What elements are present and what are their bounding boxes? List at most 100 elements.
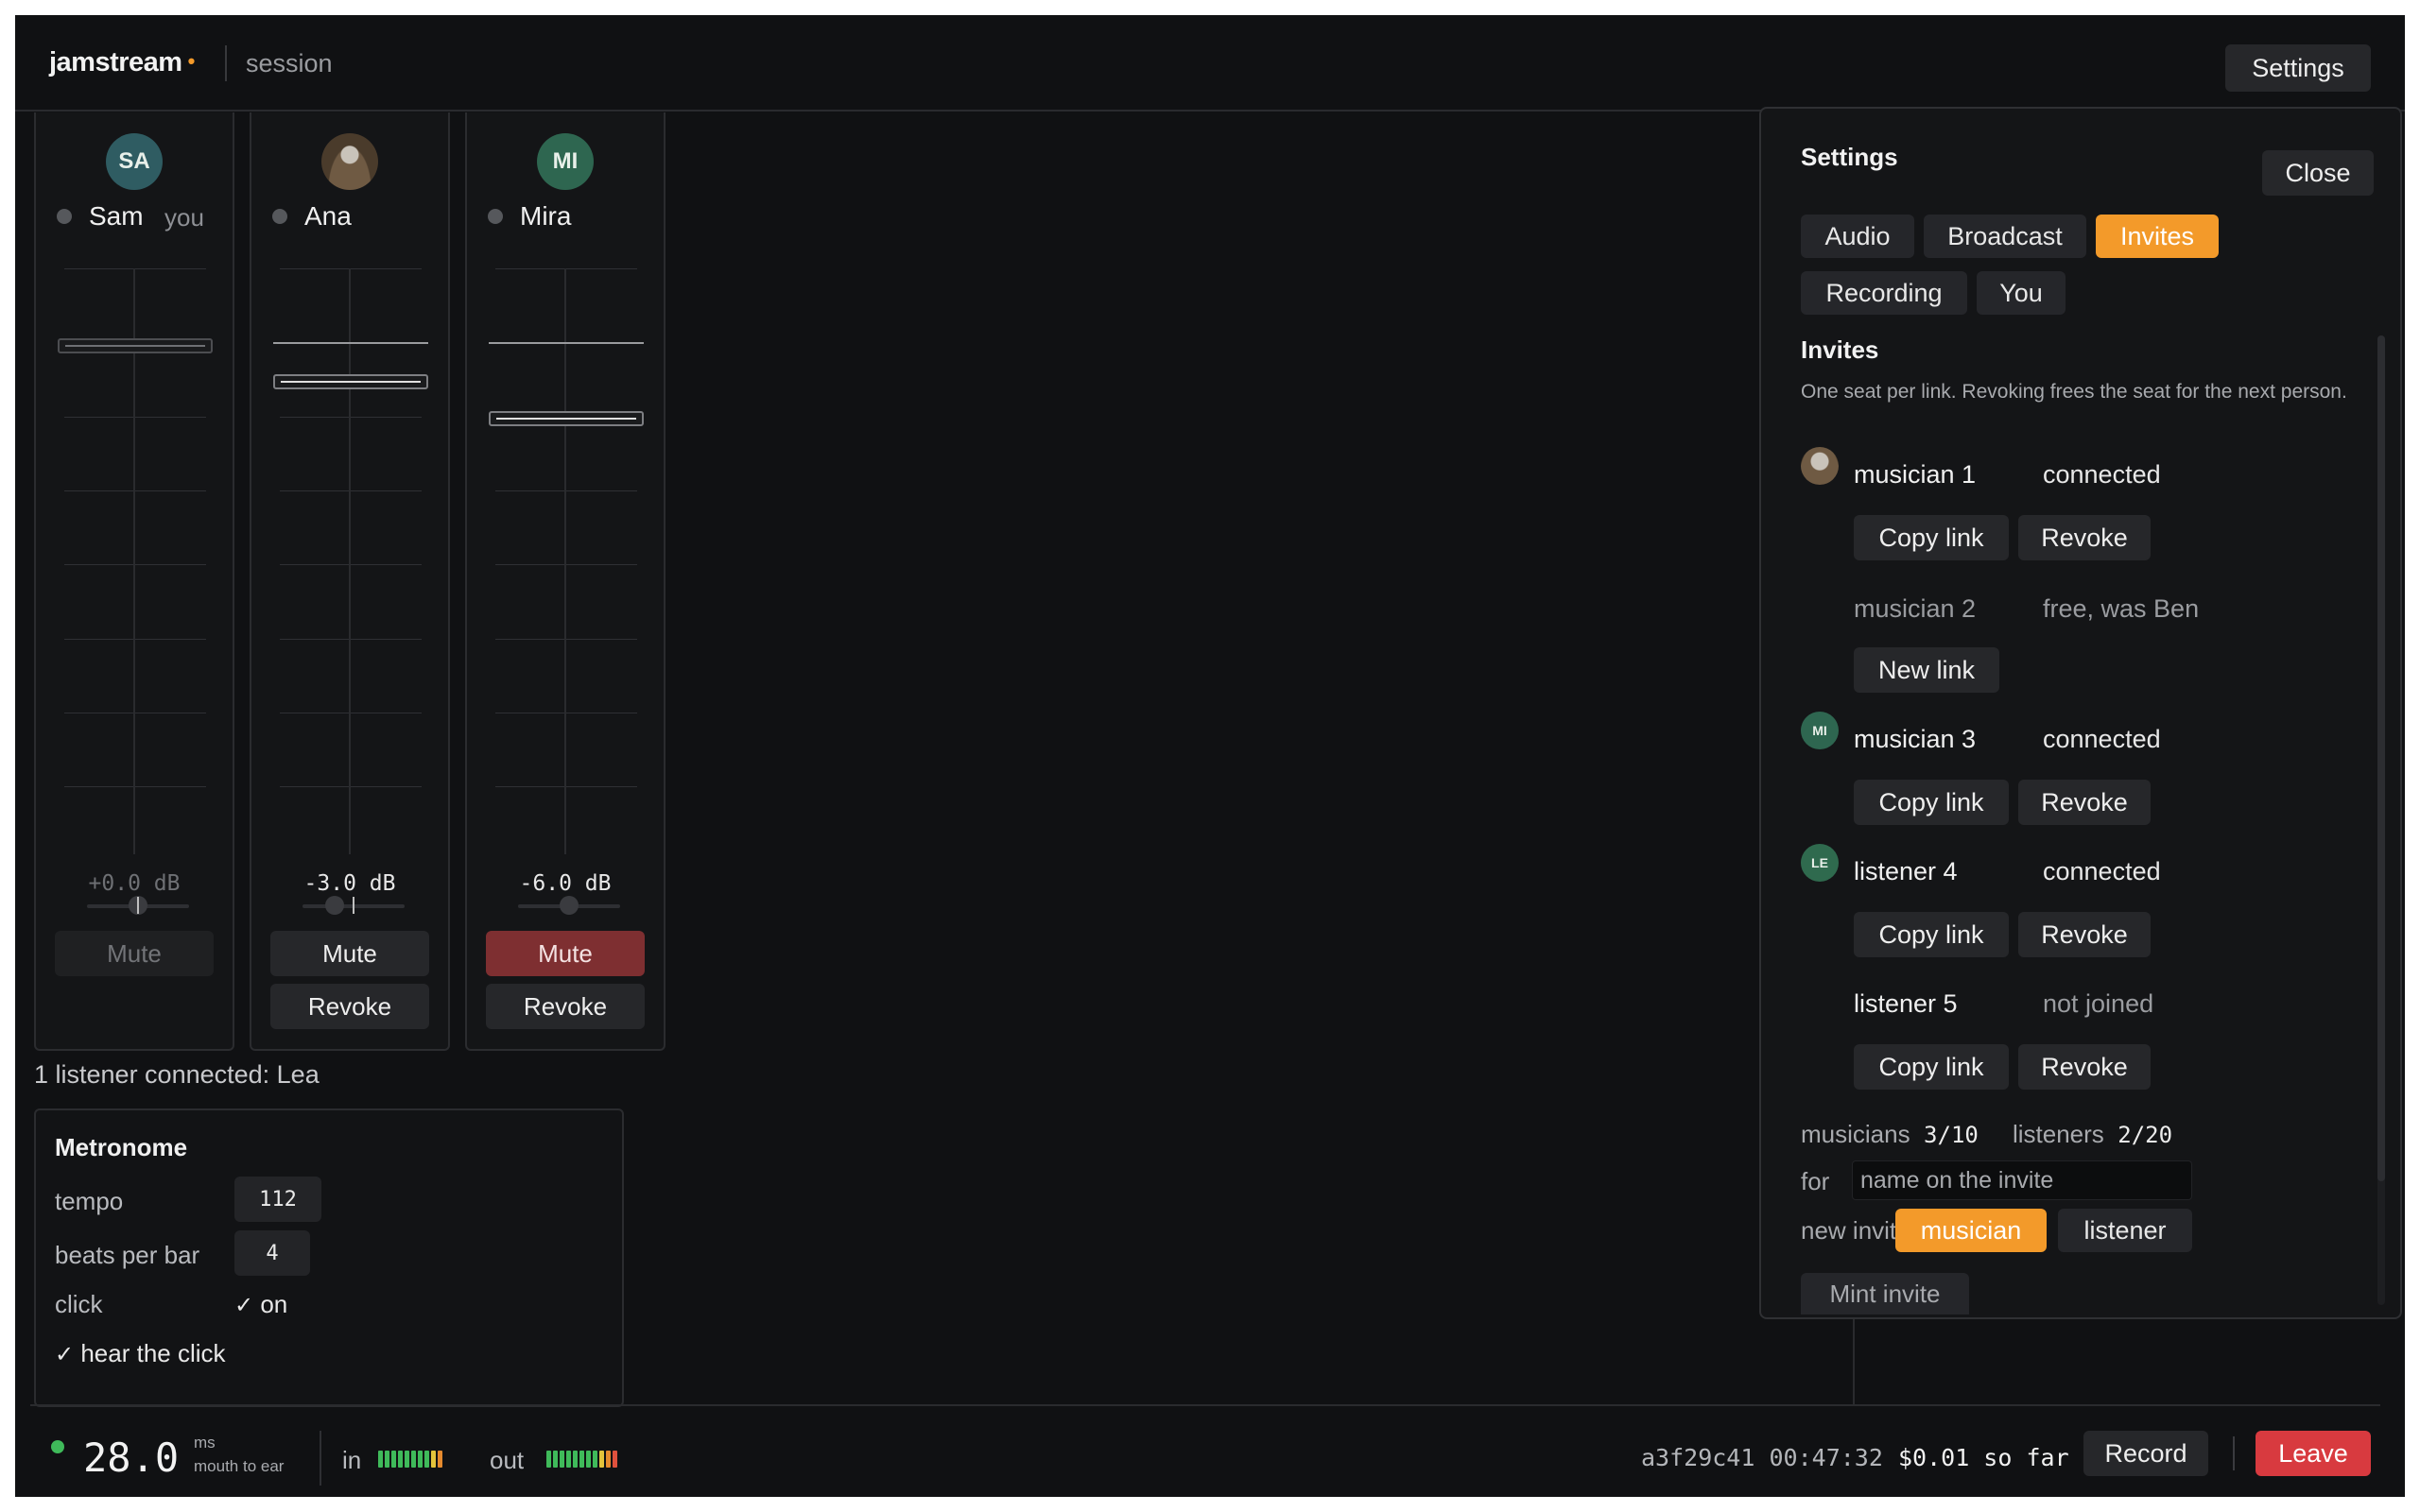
- avatar: MI: [537, 133, 594, 190]
- tab-broadcast[interactable]: Broadcast: [1924, 215, 2086, 258]
- revoke-button[interactable]: Revoke: [2018, 912, 2151, 957]
- status-bar-divider: [30, 1404, 2380, 1406]
- leave-button[interactable]: Leave: [2256, 1431, 2371, 1476]
- settings-scrollbar[interactable]: [2377, 335, 2385, 1305]
- brand-dot-icon: •: [187, 49, 196, 73]
- session-info: a3f29c41 00:47:32: [1641, 1444, 1883, 1471]
- mint-invite-button[interactable]: Mint invite: [1801, 1273, 1969, 1314]
- copy-link-button[interactable]: Copy link: [1854, 912, 2009, 957]
- invite-name-input[interactable]: [1852, 1160, 2192, 1200]
- mute-button[interactable]: Mute: [486, 931, 645, 976]
- volume-fader[interactable]: [58, 268, 213, 854]
- tab-you[interactable]: You: [1977, 271, 2066, 315]
- fader-handle[interactable]: [273, 374, 428, 389]
- pan-slider[interactable]: [518, 896, 620, 915]
- output-meter-label: out: [490, 1446, 525, 1474]
- settings-button[interactable]: Settings: [2225, 44, 2371, 92]
- revoke-button[interactable]: Revoke: [270, 984, 429, 1029]
- avatar: MI: [1801, 712, 1839, 749]
- invite-type-listener[interactable]: listener: [2058, 1209, 2192, 1252]
- settings-title: Settings: [1801, 143, 1898, 171]
- listeners-label: listeners: [2012, 1120, 2104, 1148]
- channel-strip-sam: SA Sam you +0.0 dB Mute: [34, 112, 234, 1051]
- latency-status-dot-icon: [51, 1440, 64, 1453]
- beats-input[interactable]: 4: [234, 1230, 310, 1276]
- check-icon: ✓: [55, 1342, 75, 1367]
- invite-status: connected: [2043, 460, 2161, 489]
- status-bar: 28.0 ms mouth to ear in out a3f29c41 00:…: [15, 1391, 2405, 1497]
- latency-caption: mouth to ear: [194, 1457, 285, 1475]
- invite-name: musician 1: [1854, 460, 1977, 489]
- revoke-button[interactable]: Revoke: [2018, 1044, 2151, 1090]
- cost-readout: $0.01 so far: [1898, 1444, 2069, 1471]
- you-tag: you: [164, 203, 204, 232]
- app-window: jamstream • session Settings SA Sam you +…: [15, 15, 2405, 1497]
- record-button[interactable]: Record: [2083, 1431, 2208, 1476]
- invite-type-musician[interactable]: musician: [1895, 1209, 2047, 1252]
- hear-click-checkbox[interactable]: ✓ hear the click: [55, 1339, 226, 1368]
- click-label: click: [55, 1290, 103, 1318]
- settings-panel: Settings Close Audio Broadcast Invites R…: [1759, 107, 2402, 1319]
- invite-name: musician 2: [1854, 594, 1977, 623]
- section-title: Invites: [1801, 335, 1879, 364]
- gain-readout: -3.0 dB: [303, 871, 396, 896]
- avatar: [321, 133, 378, 190]
- tab-invites[interactable]: Invites: [2096, 215, 2219, 258]
- listeners-count: 2/20: [2118, 1122, 2173, 1148]
- hear-click-label: hear the click: [80, 1339, 226, 1367]
- new-link-button[interactable]: New link: [1854, 647, 1999, 693]
- invite-name: listener 4: [1854, 857, 1958, 885]
- copy-link-button[interactable]: Copy link: [1854, 1044, 2009, 1090]
- volume-fader[interactable]: [489, 268, 644, 854]
- unity-mark: [273, 342, 428, 344]
- avatar: [1801, 447, 1839, 485]
- invite-status: free, was Ben: [2043, 594, 2200, 623]
- invite-status: connected: [2043, 857, 2161, 885]
- mute-button[interactable]: Mute: [270, 931, 429, 976]
- tempo-input[interactable]: 112: [234, 1177, 321, 1222]
- beats-label: beats per bar: [55, 1241, 200, 1269]
- mute-button[interactable]: Mute: [55, 931, 214, 976]
- fader-handle[interactable]: [58, 338, 213, 353]
- pan-slider[interactable]: [302, 896, 405, 915]
- tab-audio[interactable]: Audio: [1801, 215, 1914, 258]
- input-meter-label: in: [342, 1446, 362, 1474]
- copy-link-button[interactable]: Copy link: [1854, 780, 2009, 825]
- channel-name: Sam: [89, 201, 144, 231]
- for-label: for: [1801, 1167, 1830, 1195]
- top-bar: jamstream • session Settings: [15, 15, 2405, 112]
- invite-name: listener 5: [1854, 989, 1958, 1018]
- click-toggle[interactable]: ✓ on: [234, 1290, 287, 1319]
- output-level-meter: [546, 1451, 617, 1468]
- revoke-button[interactable]: Revoke: [2018, 515, 2151, 560]
- gain-readout: -6.0 dB: [519, 871, 612, 896]
- revoke-button[interactable]: Revoke: [2018, 780, 2151, 825]
- pan-slider[interactable]: [87, 896, 189, 915]
- listeners-status: 1 listener connected: Lea: [34, 1060, 320, 1089]
- channel-name: Ana: [304, 201, 352, 231]
- musicians-count: 3/10: [1924, 1122, 1979, 1148]
- tab-recording[interactable]: Recording: [1801, 271, 1967, 315]
- copy-link-button[interactable]: Copy link: [1854, 515, 2009, 560]
- close-button[interactable]: Close: [2262, 150, 2374, 196]
- avatar: SA: [106, 133, 163, 190]
- scrollbar-thumb[interactable]: [2377, 335, 2385, 1181]
- session-label: session: [246, 49, 333, 77]
- check-icon: ✓: [234, 1293, 254, 1318]
- latency-unit: ms: [194, 1434, 216, 1452]
- status-dot-icon: [57, 209, 72, 224]
- status-divider: [320, 1431, 321, 1486]
- status-dot-icon: [488, 209, 503, 224]
- tempo-label: tempo: [55, 1187, 124, 1215]
- channel-strip-ana: Ana -3.0 dB Mute Revoke: [250, 112, 450, 1051]
- unity-mark: [489, 342, 644, 344]
- invite-status: not joined: [2043, 989, 2154, 1018]
- channel-strip-mira: MI Mira -6.0 dB Mute Revoke: [465, 112, 666, 1051]
- latency-value: 28.0: [83, 1435, 180, 1481]
- gain-readout: +0.0 dB: [88, 871, 181, 896]
- session-id: a3f29c41: [1641, 1444, 1755, 1471]
- volume-fader[interactable]: [273, 268, 428, 854]
- revoke-button[interactable]: Revoke: [486, 984, 645, 1029]
- fader-handle[interactable]: [489, 411, 644, 426]
- seat-counts: musicians 3/10 listeners 2/20: [1801, 1120, 2172, 1149]
